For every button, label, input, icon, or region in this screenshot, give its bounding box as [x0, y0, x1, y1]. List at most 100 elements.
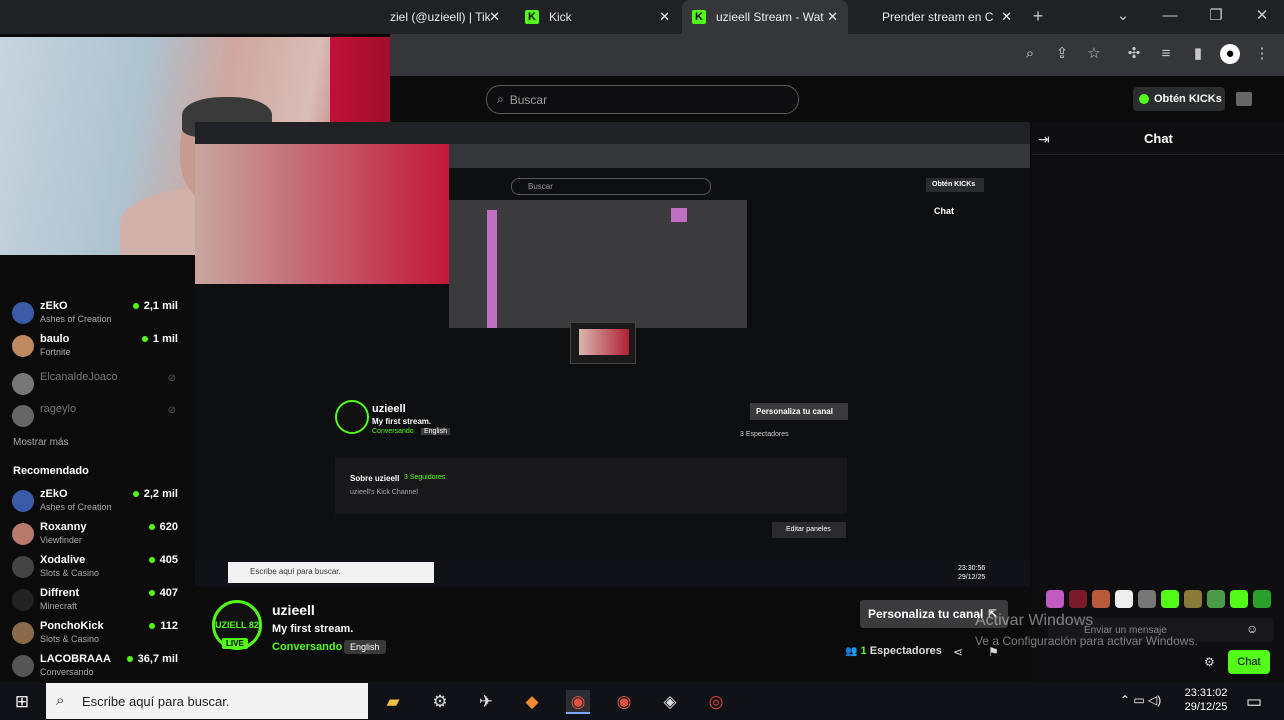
sidebar-item-following[interactable]: rageylo ⊘ — [12, 403, 182, 433]
avatar — [12, 373, 34, 395]
file-explorer-icon[interactable]: ▰ — [381, 690, 405, 714]
emote-icon[interactable] — [1184, 590, 1202, 608]
collapse-chat-icon[interactable]: ⇥ — [1038, 131, 1050, 148]
kick-logo-icon: K — [692, 10, 706, 24]
avatar — [12, 523, 34, 545]
emote-icon[interactable] — [1092, 590, 1110, 608]
sidepanel-icon[interactable]: ▮ — [1188, 44, 1208, 64]
tab-kick[interactable]: K Kick ✕ — [515, 0, 680, 34]
sidebar-item-category: Minecraft — [40, 601, 78, 611]
zoom-icon[interactable]: ⌕ — [1020, 44, 1040, 64]
tab-label: Kick — [549, 10, 572, 24]
taskbar-search-input[interactable]: Escribe aquí para buscar. — [46, 683, 368, 719]
browser-toolbar: ⌕ ⇪ ☆ ✣ ≡ ▮ ● ⋮ — [390, 34, 1284, 76]
user-avatar[interactable] — [1236, 92, 1252, 106]
channel-avatar-text: UZIELL 82 — [215, 620, 259, 630]
star-icon[interactable]: ☆ — [1084, 44, 1104, 64]
emote-icon[interactable] — [1138, 590, 1156, 608]
sidebar-item-name: Xodalive — [40, 554, 86, 566]
minimize-icon[interactable]: — — [1160, 6, 1180, 26]
nested-viewers: 3 Espectadores — [740, 431, 789, 438]
chevron-down-icon[interactable]: ⌄ — [1113, 6, 1133, 26]
nested-about-text: uzieell's Kick Channel — [350, 489, 418, 496]
emote-icon[interactable] — [1115, 590, 1133, 608]
taskbar-clock[interactable]: 23:31:02 29/12/25 — [1178, 686, 1234, 714]
emote-icon[interactable] — [1230, 590, 1248, 608]
emote-icon[interactable] — [1253, 590, 1271, 608]
chrome-active-icon[interactable]: ◉ — [566, 690, 590, 714]
new-tab-icon[interactable]: + — [1028, 6, 1048, 26]
media-icon[interactable]: ≡ — [1156, 44, 1176, 64]
sidebar-item-recommended[interactable]: Roxanny Viewfinder 620 — [12, 521, 182, 551]
live-badge: LIVE — [222, 638, 248, 649]
app-icon[interactable]: ◈ — [658, 690, 682, 714]
close-icon[interactable]: ✕ — [659, 9, 670, 25]
language-tag[interactable]: English — [344, 640, 386, 654]
sidebar-item-viewers: 2,1 mil — [133, 300, 178, 312]
sidebar-item-recommended[interactable]: Diffrent Minecraft 407 — [12, 587, 182, 617]
close-icon[interactable]: ✕ — [489, 9, 500, 25]
tab-tiktok[interactable]: ziel (@uzieell) | Tik ✕ — [380, 0, 510, 34]
sidebar-item-recommended[interactable]: PonchoKick Slots & Casino 112 — [12, 620, 182, 650]
sidebar-item-following[interactable]: zEkO Ashes of Creation 2,1 mil — [12, 300, 182, 330]
show-more-link[interactable]: Mostrar más — [13, 437, 69, 448]
close-icon[interactable]: ✕ — [1001, 9, 1012, 25]
offline-icon: ⊘ — [167, 373, 176, 384]
maximize-icon[interactable]: ❐ — [1206, 6, 1226, 26]
window-close-icon[interactable]: ✕ — [1252, 6, 1272, 26]
sidebar-item-viewers: 407 — [149, 587, 178, 599]
notifications-icon[interactable]: ▭ — [1242, 690, 1266, 714]
sidebar-item-recommended[interactable]: Xodalive Slots & Casino 405 — [12, 554, 182, 584]
offline-icon: ⊘ — [167, 405, 176, 416]
windows-start-icon[interactable]: ⊞ — [10, 690, 34, 714]
nested-channel-avatar — [335, 400, 369, 434]
emote-icon[interactable] — [1161, 590, 1179, 608]
sidebar-item-following[interactable]: baulo Fortnite 1 mil — [12, 333, 182, 363]
avatar — [12, 655, 34, 677]
avatar — [12, 405, 34, 427]
tray-icons[interactable]: ⌃ ▭ ◁) — [1120, 693, 1176, 707]
stream-category[interactable]: Conversando — [272, 641, 342, 653]
nested-search: Buscar — [511, 178, 711, 195]
tab-stream[interactable]: K uzieell Stream - Wat ✕ — [682, 0, 848, 34]
extensions-icon[interactable]: ✣ — [1124, 44, 1144, 64]
share-icon[interactable]: ⇪ — [1052, 44, 1072, 64]
gear-icon[interactable]: ⚙ — [1204, 655, 1215, 669]
fl-studio-icon[interactable]: ◆ — [520, 690, 544, 714]
kick-logo-icon: K — [525, 10, 539, 24]
share-icon[interactable]: ⋖ — [953, 645, 963, 659]
close-icon[interactable]: ✕ — [827, 9, 838, 25]
nested-channel-name: uzieell — [372, 403, 406, 415]
send-chat-button[interactable]: Chat — [1228, 650, 1270, 674]
get-kicks-label: Obtén KICKs — [1154, 93, 1222, 105]
nested-clip — [671, 208, 687, 222]
menu-icon[interactable]: ⋮ — [1252, 44, 1272, 64]
emote-icon[interactable] — [1069, 590, 1087, 608]
tab-label: uzieell Stream - Wat — [716, 10, 824, 24]
chat-title: Chat — [1144, 131, 1173, 146]
sidebar-item-following[interactable]: ElcanaldeJoaco ⊘ — [12, 371, 182, 401]
channel-name[interactable]: uzieell — [272, 602, 315, 618]
chrome-icon[interactable]: ◉ — [612, 690, 636, 714]
recorder-icon[interactable]: ◎ — [704, 690, 728, 714]
app-icon[interactable]: ✈ — [474, 690, 498, 714]
clock-date: 29/12/25 — [1184, 701, 1228, 713]
sidebar-item-name: ElcanaldeJoaco — [40, 371, 118, 383]
sidebar-item-name: zEkO — [40, 488, 68, 500]
sidebar-item-recommended[interactable]: zEkO Ashes of Creation 2,2 mil — [12, 488, 182, 518]
emoji-icon[interactable]: ☺ — [1246, 622, 1258, 636]
sidebar-item-viewers: 405 — [149, 554, 178, 566]
nested-chat-title: Chat — [934, 206, 954, 216]
profile-icon[interactable]: ● — [1220, 44, 1240, 64]
get-kicks-button[interactable]: Obtén KICKs — [1133, 87, 1225, 111]
tab-prender[interactable]: Prender stream en C ✕ — [872, 0, 1022, 34]
emote-icon[interactable] — [1046, 590, 1064, 608]
sidebar-item-recommended[interactable]: LACOBRAAA Conversando 36,7 mil — [12, 653, 182, 683]
avatar — [12, 589, 34, 611]
settings-icon[interactable]: ⚙ — [428, 690, 452, 714]
search-input[interactable]: ⌕ Buscar — [486, 85, 799, 114]
nested-category: Conversando — [372, 428, 414, 435]
avatar — [12, 490, 34, 512]
nested-about-title: Sobre uzieell — [350, 474, 400, 483]
emote-icon[interactable] — [1207, 590, 1225, 608]
